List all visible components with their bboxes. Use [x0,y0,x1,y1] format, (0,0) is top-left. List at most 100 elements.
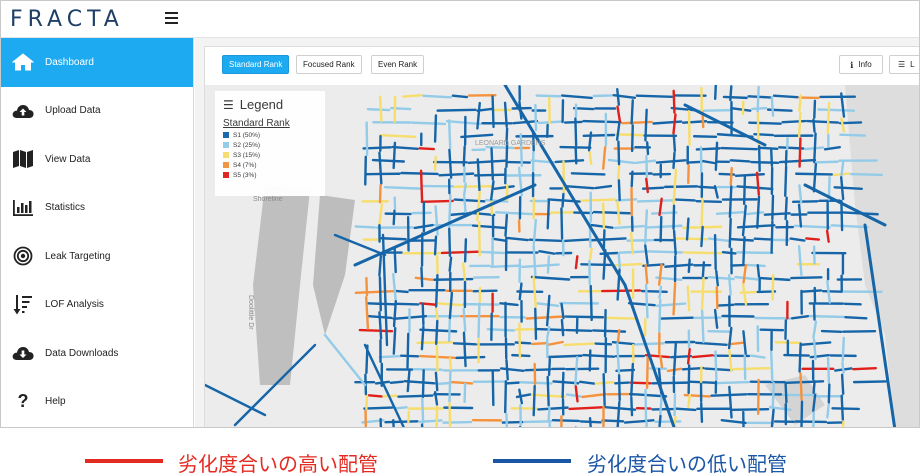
pipe-segment [568,406,604,411]
pipe-segment [554,159,585,164]
target-icon [10,245,36,267]
pipe-segment [644,209,649,245]
sidebar-item-leak-targeting[interactable]: Leak Targeting [1,232,193,281]
pipe-segment [365,276,369,297]
pipe-segment [504,380,508,414]
pipe-segment [617,140,621,166]
pipe-segment [420,266,424,288]
pipe-segment [463,238,468,263]
pipe-segment [614,133,644,137]
pipe-segment [580,198,616,202]
pipe-segment [772,94,799,99]
map-legend: ☰ Legend Standard Rank S1 (50%) S2 (25%)… [215,91,325,196]
pipe-segment [700,225,704,248]
pipe-segment [617,374,621,402]
pipe-segment [614,381,631,385]
pipe-segment [841,336,846,362]
pipe-segment [514,341,532,345]
pipe-segment [617,165,621,180]
pipe-segment [392,326,397,355]
pipe-segment [435,344,439,372]
pipe-segment [781,119,807,124]
pipe-segment [602,229,606,250]
hamburger-menu-icon[interactable] [165,12,178,24]
even-rank-button[interactable]: Even Rank [371,55,425,74]
pipe-segment [831,407,860,411]
sidebar-item-dashboard[interactable]: Dashboard [1,38,193,87]
legend-swatch-s5 [223,172,229,178]
pipe-segment [791,200,819,204]
pipe-segment [797,111,802,138]
pipe-segment [785,380,825,385]
pipe-segment [547,357,552,377]
pipe-segment [505,381,520,385]
pipe-segment [462,145,466,167]
pipe-segment [477,302,481,339]
pipe-segment [672,134,677,153]
pipe-segment [367,394,383,398]
pipe-segment [363,406,394,410]
pipe-segment [825,229,830,243]
pipe-segment [565,328,593,332]
pipe-segment [547,406,551,424]
focused-rank-button[interactable]: Focused Rank [296,55,362,74]
pipe-segment [530,341,548,346]
sidebar-item-view-data[interactable]: View Data [1,135,193,184]
standard-rank-button[interactable]: Standard Rank [222,55,290,74]
pipe-segment [645,177,649,194]
pipe-segment [798,184,803,204]
sidebar-item-label: Leak Targeting [45,250,111,262]
pipe-segment [815,160,839,164]
sidebar: Dashboard Upload Data View Data Statisti… [1,38,194,427]
pipe-segment [393,95,397,123]
pipe-segment [616,342,621,375]
pipe-segment [715,286,719,310]
pipe-segment [563,120,583,124]
pipe-segment [406,332,410,369]
pipe-segment [687,393,692,408]
pipe-segment [770,350,774,383]
legend-item: S5 (3%) [223,171,317,179]
sidebar-item-data-downloads[interactable]: Data Downloads [1,329,193,378]
pipe-segment [644,108,648,142]
pipe-segment [812,118,816,133]
pipe-segment [672,281,677,316]
info-button[interactable]: i Info [839,55,883,74]
pipe-segment [582,119,622,124]
sidebar-item-statistics[interactable]: Statistics [1,184,193,233]
sidebar-item-help[interactable]: ? Help [1,378,193,427]
legend-item: S4 (7%) [223,161,317,169]
cloud-download-icon [10,342,36,364]
map-panel: Standard Rank Focused Rank Even Rank i I… [204,46,919,427]
pipe-segment [499,302,519,307]
pipe-segment [419,169,424,202]
pipe-segment [448,402,452,427]
pipe-segment [546,255,551,274]
pipe-segment [463,196,467,214]
pipe-segment [436,108,477,112]
pipe-segment [535,327,566,332]
pipe-segment [771,273,775,301]
pipe-segment [389,380,405,385]
map-label-shoreline: Shoreline [253,196,283,203]
sidebar-item-upload-data[interactable]: Upload Data [1,87,193,136]
pipe-network-map[interactable]: Shoreline Doolittle Dr LEONARD GARDENS ☰… [205,85,919,427]
pipe-segment [392,299,397,328]
pipe-segment [753,237,772,241]
sidebar-item-label: LOF Analysis [45,299,104,311]
pipe-segment [462,182,467,197]
list-icon: ☰ [898,60,906,69]
sidebar-item-lof-analysis[interactable]: LOF Analysis [1,281,193,330]
pipe-segment [379,417,383,427]
pipe-segment [659,354,664,369]
pipe-segment [617,252,621,269]
pipe-segment [739,290,757,294]
pipe-segment [491,370,495,407]
legend-item-label: S5 (3%) [233,171,257,179]
pipe-segment [672,229,677,256]
pipe-segment [401,94,423,98]
pipe-segment [728,185,733,219]
pipe-segment [505,412,509,427]
list-button[interactable]: ☰ L [889,55,919,74]
pipe-segment [798,342,802,373]
